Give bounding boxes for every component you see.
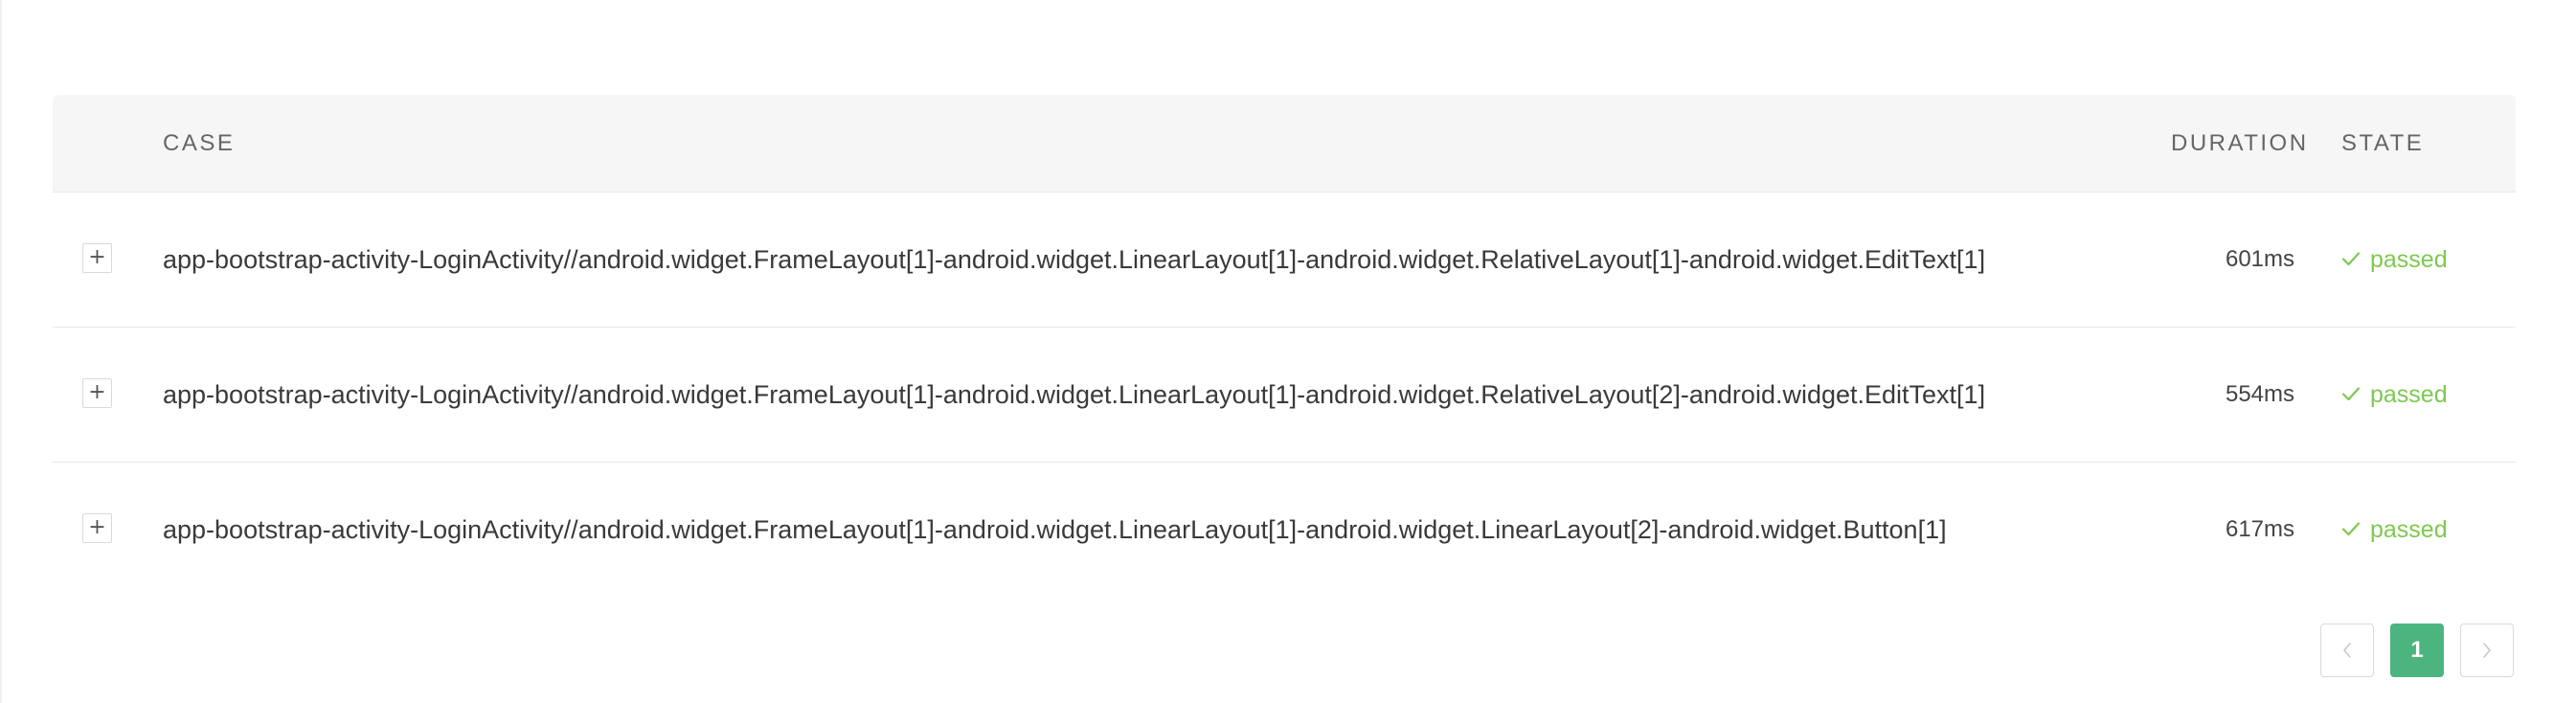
check-icon [2341,522,2361,536]
case-duration: 617ms [2225,516,2295,542]
test-results-page: CASE DURATION STATE + app-bootstrap-acti… [0,0,2576,703]
case-duration: 601ms [2225,246,2295,272]
previous-page-button[interactable] [2320,624,2374,677]
column-header-state[interactable]: STATE [2341,95,2424,192]
left-divider [0,0,2,703]
test-cases-table: CASE DURATION STATE + app-bootstrap-acti… [53,95,2516,597]
column-header-duration[interactable]: DURATION [2171,95,2309,192]
chevron-left-icon [2343,643,2351,658]
case-state: passed [2341,463,2448,597]
case-name: app-bootstrap-activity-LoginActivity//an… [163,515,1947,544]
table-row: + app-bootstrap-activity-LoginActivity//… [53,193,2516,328]
case-state: passed [2341,193,2448,327]
table-row: + app-bootstrap-activity-LoginActivity//… [53,328,2516,463]
case-name: app-bootstrap-activity-LoginActivity//an… [163,380,1986,409]
case-state: passed [2341,328,2448,462]
expand-row-button[interactable]: + [82,243,112,273]
check-icon [2341,387,2361,401]
case-name: app-bootstrap-activity-LoginActivity//an… [163,245,1986,274]
check-icon [2341,252,2361,266]
table-header: CASE DURATION STATE [53,95,2516,193]
next-page-button[interactable] [2460,624,2514,677]
chevron-right-icon [2483,643,2491,658]
state-label: passed [2370,381,2448,408]
expand-row-button[interactable]: + [82,378,112,408]
table-row: + app-bootstrap-activity-LoginActivity//… [53,463,2516,597]
page-number-button[interactable]: 1 [2390,624,2444,677]
column-header-case[interactable]: CASE [163,95,235,192]
case-duration: 554ms [2225,381,2295,407]
expand-row-button[interactable]: + [82,513,112,543]
state-label: passed [2370,246,2448,273]
state-label: passed [2370,516,2448,543]
